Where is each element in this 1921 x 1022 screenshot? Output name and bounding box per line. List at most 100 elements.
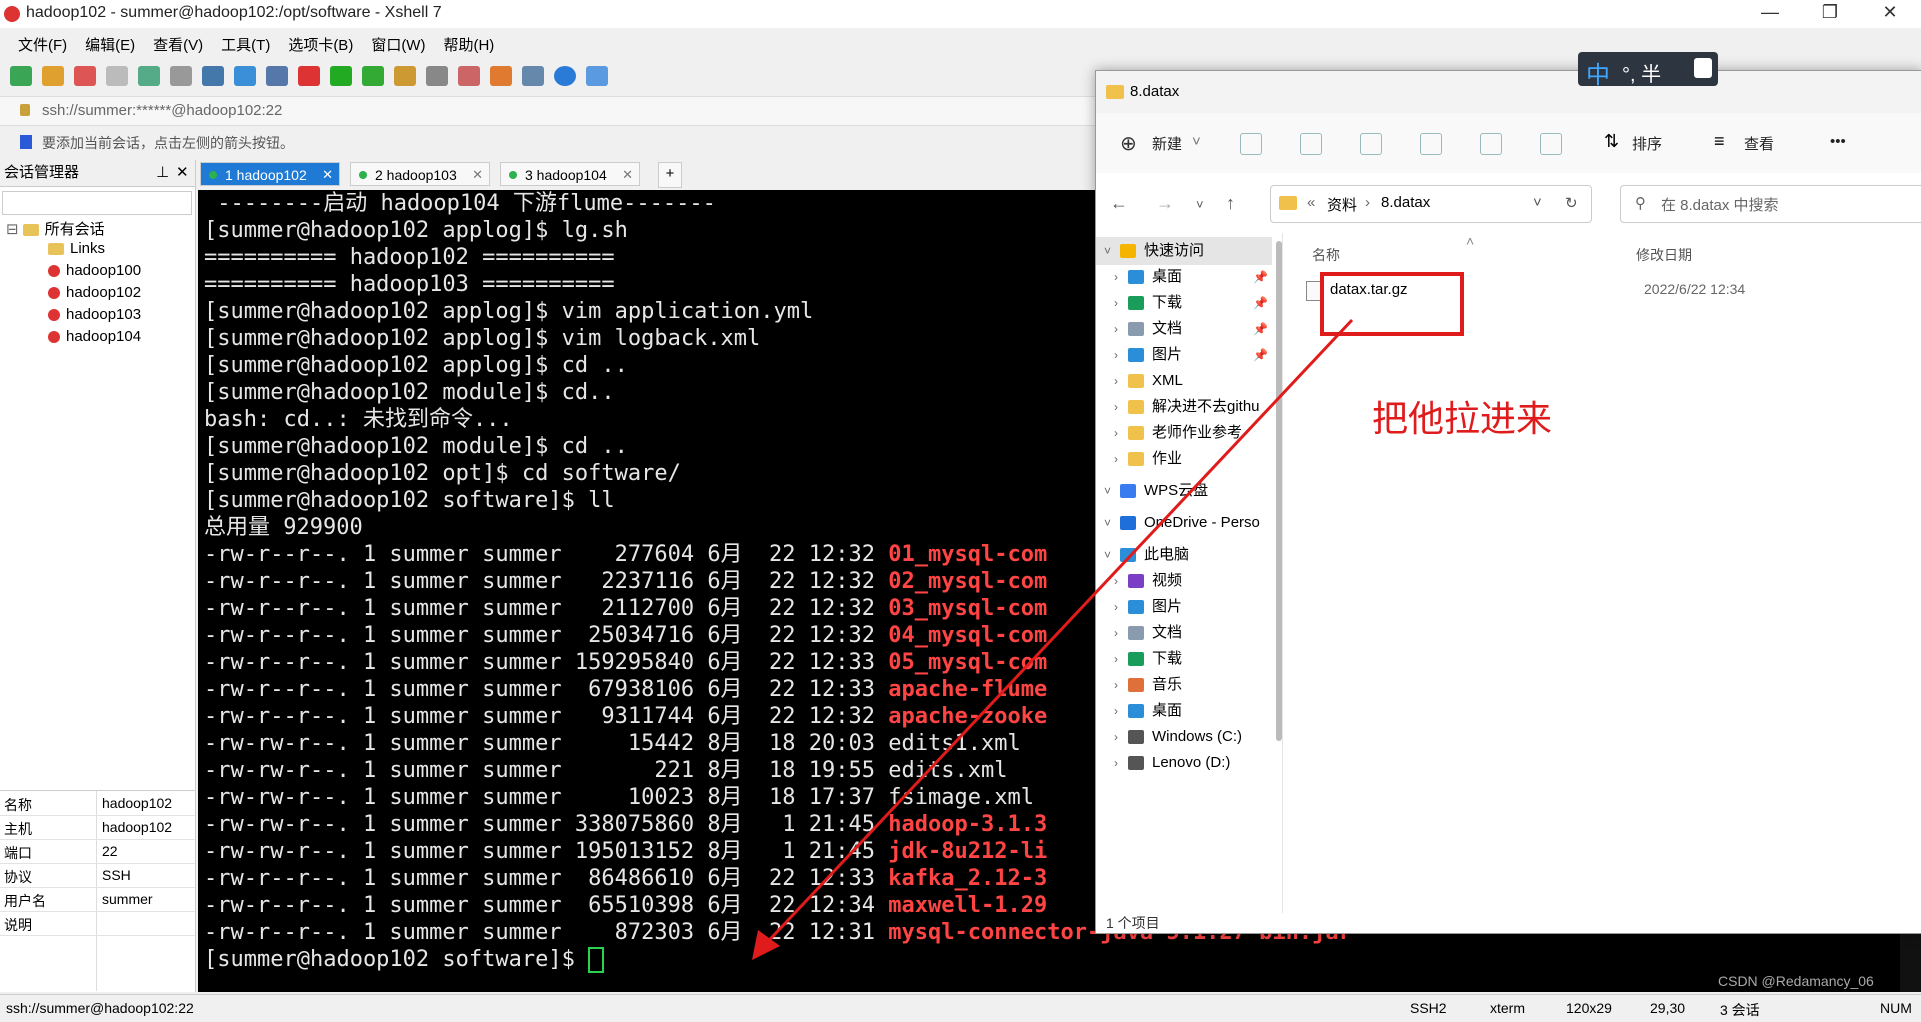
tree-hadoop100[interactable]: hadoop100 (48, 262, 141, 279)
expand-chevron-icon[interactable]: › (1114, 749, 1118, 777)
tree-hadoop104[interactable]: hadoop104 (48, 328, 141, 345)
more-options-button[interactable]: ••• (1830, 133, 1846, 150)
menu-file[interactable]: 文件(F) (18, 34, 67, 55)
cut-icon[interactable] (1240, 133, 1262, 155)
nav-item[interactable]: › 文档 (1096, 619, 1272, 647)
expand-chevron-icon[interactable]: › (1114, 619, 1118, 647)
sort-icon[interactable]: ⇅ (1604, 131, 1619, 152)
expand-chevron-icon[interactable]: › (1114, 645, 1118, 673)
share-icon[interactable] (1480, 133, 1502, 155)
expand-chevron-icon[interactable]: ˅ (1104, 541, 1111, 569)
close-button[interactable]: ✕ (1870, 2, 1910, 26)
find-icon[interactable] (170, 66, 192, 86)
address-bar[interactable]: ssh://summer:******@hadoop102:22 (0, 96, 1100, 126)
nav-item[interactable]: › 视频 (1096, 567, 1272, 595)
menu-view[interactable]: 查看(V) (153, 34, 203, 55)
column-header-date[interactable]: 修改日期 (1636, 245, 1692, 265)
nav-item[interactable]: › 图片 📌 (1096, 341, 1272, 369)
fullscreen-icon[interactable] (362, 66, 384, 86)
nav-scrollbar[interactable] (1276, 241, 1282, 741)
nav-item[interactable]: ˅ 快速访问 (1096, 237, 1272, 265)
font-icon[interactable] (266, 66, 288, 86)
expand-chevron-icon[interactable]: › (1114, 445, 1118, 473)
menu-edit[interactable]: 编辑(E) (85, 34, 135, 55)
tree-links[interactable]: Links (48, 240, 105, 257)
session-search-input[interactable] (2, 191, 192, 215)
expand-chevron-icon[interactable]: › (1114, 315, 1118, 343)
recent-chevron-icon[interactable]: ˅ (1196, 197, 1204, 212)
delete-icon[interactable] (1540, 133, 1562, 155)
nav-item[interactable]: › Lenovo (D:) (1096, 749, 1272, 777)
paste-icon[interactable] (1360, 133, 1382, 155)
menu-window[interactable]: 窗口(W) (371, 34, 425, 55)
expand-chevron-icon[interactable]: › (1114, 263, 1118, 291)
add-tab-button[interactable]: + (658, 162, 682, 188)
refresh-icon[interactable]: ↻ (1565, 194, 1578, 212)
back-arrow-icon[interactable]: ← (1110, 193, 1128, 214)
nav-item[interactable]: › Windows (C:) (1096, 723, 1272, 751)
script-icon[interactable] (330, 66, 352, 86)
expand-chevron-icon[interactable]: ˅ (1104, 237, 1111, 265)
tree-hadoop102[interactable]: hadoop102 (48, 284, 141, 301)
properties-icon[interactable] (138, 66, 160, 86)
view-icon[interactable]: ≡ (1714, 131, 1725, 152)
lock-icon[interactable] (394, 66, 416, 86)
new-plus-icon[interactable]: ⊕ (1120, 131, 1137, 156)
minimize-button[interactable]: — (1750, 2, 1790, 26)
help-icon[interactable] (554, 66, 576, 86)
nav-item[interactable]: › 下载 📌 (1096, 289, 1272, 317)
column-header-name[interactable]: 名称 (1312, 245, 1340, 265)
sort-button[interactable]: 排序 (1632, 133, 1662, 154)
nav-item[interactable]: › 作业 (1096, 445, 1272, 473)
expand-chevron-icon[interactable]: › (1114, 419, 1118, 447)
view-button[interactable]: 查看 (1744, 133, 1774, 154)
close-tab-icon[interactable]: ✕ (472, 163, 483, 187)
compose-icon[interactable] (490, 66, 512, 86)
maximize-button[interactable]: ❐ (1810, 2, 1850, 26)
chat-icon[interactable] (586, 66, 608, 86)
path-overflow[interactable]: « (1307, 194, 1315, 211)
nav-item[interactable]: › 桌面 📌 (1096, 263, 1272, 291)
nav-item[interactable]: › 桌面 (1096, 697, 1272, 725)
pin-icon[interactable]: 📌 (1253, 341, 1268, 369)
expand-chevron-icon[interactable]: ˅ (1104, 509, 1111, 537)
nav-item[interactable]: › 下载 (1096, 645, 1272, 673)
expand-chevron-icon[interactable]: › (1114, 393, 1118, 421)
address-bar[interactable]: « 资料 › 8.datax ˅ ↻ (1270, 185, 1592, 223)
breadcrumb-item[interactable]: 资料 (1327, 194, 1357, 215)
bookmark-icon[interactable] (20, 135, 32, 149)
nav-item[interactable]: › 图片 (1096, 593, 1272, 621)
disconnect-icon[interactable] (106, 66, 128, 86)
menu-help[interactable]: 帮助(H) (443, 34, 494, 55)
tree-hadoop103[interactable]: hadoop103 (48, 306, 141, 323)
forward-arrow-icon[interactable]: → (1156, 193, 1174, 214)
chevron-down-icon[interactable]: ˅ (1533, 194, 1542, 211)
breadcrumb-item[interactable]: 8.datax (1381, 194, 1430, 211)
keyboard-icon[interactable] (426, 66, 448, 86)
expand-chevron-icon[interactable]: › (1114, 341, 1118, 369)
highlight-icon[interactable] (458, 66, 480, 86)
up-arrow-icon[interactable]: ↑ (1226, 193, 1235, 214)
expand-chevron-icon[interactable]: › (1114, 671, 1118, 699)
new-session-icon[interactable] (10, 66, 32, 86)
nav-item[interactable]: › 老师作业参考 (1096, 419, 1272, 447)
tab-hadoop104[interactable]: 3 hadoop104 ✕ (500, 162, 640, 186)
pin-icon[interactable]: 📌 (1253, 315, 1268, 343)
menu-tabs[interactable]: 选项卡(B) (288, 34, 353, 55)
globe-icon[interactable] (234, 66, 256, 86)
tab-hadoop103[interactable]: 2 hadoop103 ✕ (350, 162, 490, 186)
close-panel-icon[interactable]: ✕ (176, 160, 189, 186)
open-folder-icon[interactable] (42, 66, 64, 86)
expand-chevron-icon[interactable]: ˅ (1104, 477, 1111, 505)
pin-icon[interactable]: 📌 (1253, 263, 1268, 291)
menu-tools[interactable]: 工具(T) (221, 34, 270, 55)
nav-item[interactable]: ˅ 此电脑 (1096, 541, 1272, 569)
ime-indicator[interactable]: 中 °, 半 (1578, 52, 1718, 89)
pin-icon[interactable]: 📌 (1253, 289, 1268, 317)
expand-chevron-icon[interactable]: › (1114, 567, 1118, 595)
nav-item[interactable]: › XML (1096, 367, 1272, 395)
nav-item[interactable]: › 文档 📌 (1096, 315, 1272, 343)
nav-item[interactable]: ˅ OneDrive - Perso (1096, 509, 1272, 537)
tree-all-sessions[interactable]: ⊟ 所有会话 (6, 218, 105, 239)
expand-chevron-icon[interactable]: › (1114, 723, 1118, 751)
